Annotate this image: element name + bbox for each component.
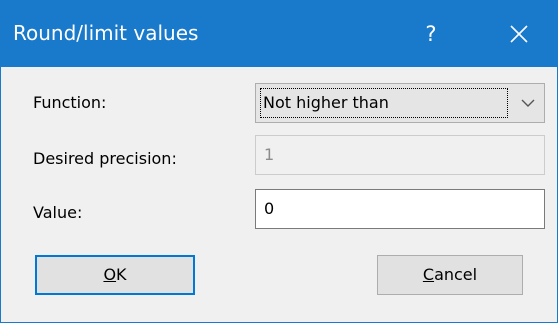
title-bar[interactable]: Round/limit values ? [1, 1, 557, 67]
ok-button-label: OK [103, 265, 126, 285]
help-icon: ? [425, 22, 437, 46]
cancel-button-label: Cancel [423, 265, 477, 285]
function-dropdown-focus: Not higher than [260, 88, 508, 118]
function-dropdown-value: Not higher than [263, 93, 389, 112]
close-button[interactable] [489, 1, 549, 67]
ok-button[interactable]: OK [35, 255, 195, 295]
ok-mnemonic: O [103, 265, 117, 284]
desired-precision-field: 1 [255, 135, 545, 175]
value-field[interactable]: 0 [255, 189, 545, 229]
cancel-button[interactable]: Cancel [377, 255, 523, 295]
value-label: Value: [33, 203, 83, 222]
help-button[interactable]: ? [401, 1, 461, 67]
round-limit-values-dialog: Round/limit values ? Function: Not highe… [0, 0, 558, 323]
desired-precision-label: Desired precision: [33, 149, 177, 168]
close-icon [510, 25, 528, 43]
function-dropdown[interactable]: Not higher than [255, 83, 545, 123]
chevron-down-icon[interactable] [520, 97, 536, 109]
cancel-label-rest: ancel [434, 265, 478, 284]
function-label: Function: [33, 93, 107, 112]
dialog-title: Round/limit values [13, 21, 199, 45]
cancel-mnemonic: C [422, 265, 435, 284]
ok-label-rest: K [116, 265, 127, 284]
